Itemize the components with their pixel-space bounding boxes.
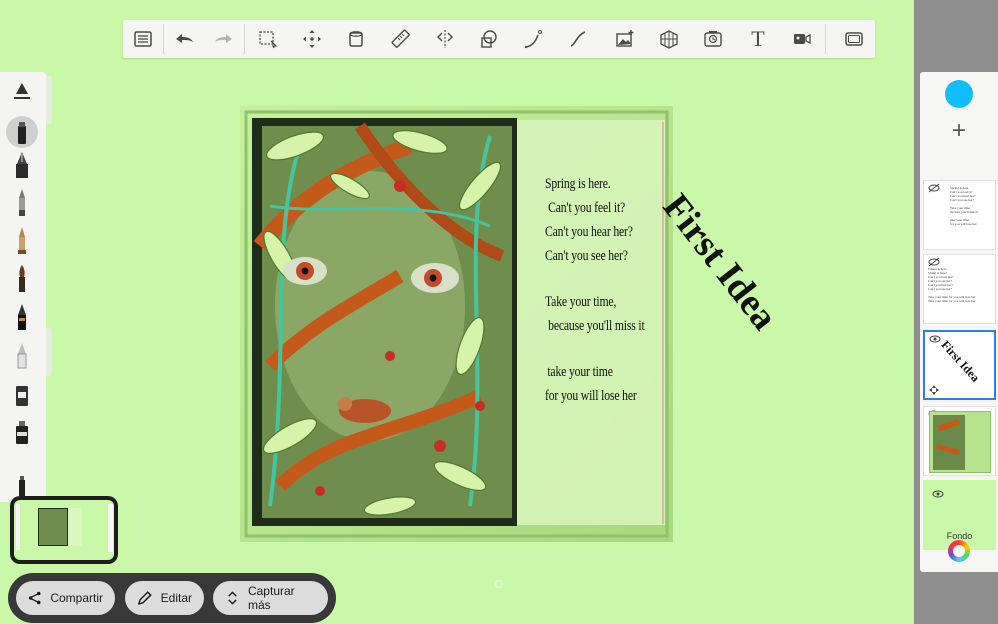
- layer-thumbnail-poem[interactable]: Spring is here Can't you feel it? Can't …: [923, 180, 996, 250]
- screenshot-preview[interactable]: [10, 496, 118, 564]
- brush-panel-handle-bottom[interactable]: [46, 328, 52, 376]
- brush-eraser-icon[interactable]: [8, 338, 36, 372]
- layer-artwork-preview: [929, 411, 991, 473]
- poem-line: Can't you see her?: [545, 248, 628, 264]
- brush-size-slider-icon[interactable]: [8, 76, 36, 110]
- perspective-icon[interactable]: [654, 25, 684, 53]
- layer-move-icon[interactable]: [929, 385, 939, 395]
- brush-airbrush-icon[interactable]: [8, 300, 36, 334]
- layer-preview-text: Spring is here Can't you feel it? Can't …: [950, 186, 979, 226]
- current-color-swatch[interactable]: [945, 80, 973, 108]
- screenshot-actions-bar: Compartir Editar Capturar más: [8, 573, 336, 623]
- edit-button[interactable]: Editar: [125, 581, 204, 615]
- eye-icon[interactable]: [929, 334, 941, 344]
- brush-marker-icon[interactable]: [6, 114, 38, 148]
- brush-panel-handle-top[interactable]: [46, 76, 52, 124]
- layer-preview-title: First Idea: [938, 337, 983, 385]
- capture-more-button[interactable]: Capturar más: [213, 581, 328, 615]
- preview-brush-panel: [16, 504, 20, 550]
- text-icon[interactable]: T: [743, 25, 773, 53]
- fullscreen-icon[interactable]: [839, 25, 869, 53]
- selection-icon[interactable]: [253, 25, 283, 53]
- shape-icon[interactable]: [474, 25, 504, 53]
- brush-pen-icon[interactable]: [8, 224, 36, 258]
- video-record-icon[interactable]: [787, 25, 817, 53]
- brush-palette: [0, 72, 46, 502]
- layers-panel: + Spring is here Can't you feel it? Can'…: [920, 72, 998, 572]
- add-layer-button[interactable]: +: [947, 119, 971, 144]
- layer-thumbnail-poem-copy[interactable]: Where is here String is here? Can't you …: [923, 254, 996, 324]
- eye-hidden-icon[interactable]: [928, 257, 940, 267]
- brush-fountain-pen-icon[interactable]: [8, 148, 36, 182]
- layer-thumbnail-artwork[interactable]: [923, 406, 996, 476]
- transform-icon[interactable]: [297, 25, 327, 53]
- eye-icon[interactable]: [932, 489, 944, 499]
- poem-line: for you will lose her: [545, 388, 637, 404]
- share-button[interactable]: Compartir: [16, 581, 115, 615]
- capture-more-label: Capturar más: [247, 584, 295, 612]
- brush-pencil-icon[interactable]: [8, 186, 36, 220]
- redo-icon[interactable]: [209, 25, 239, 53]
- eye-hidden-icon[interactable]: [928, 183, 940, 193]
- layer-thumbnail-first-idea[interactable]: First Idea: [923, 330, 996, 400]
- share-icon: [28, 591, 41, 605]
- home-indicator: [495, 580, 503, 588]
- brush-paintbrush-icon[interactable]: [8, 262, 36, 296]
- preview-layers-panel: [108, 504, 113, 552]
- fill-icon[interactable]: [341, 25, 371, 53]
- image-import-icon[interactable]: [610, 25, 640, 53]
- poem-line: Take your time,: [545, 294, 617, 310]
- curve-icon[interactable]: [519, 25, 549, 53]
- poem-line: Spring is here.: [545, 176, 611, 192]
- layers-list-icon[interactable]: [128, 25, 158, 53]
- top-toolbar: T: [123, 20, 875, 58]
- poem-line: Can't you hear her?: [545, 224, 633, 240]
- brush-ink-bottle-icon[interactable]: [8, 414, 36, 448]
- pencil-icon: [137, 591, 152, 605]
- poem-line: take your time: [547, 364, 613, 380]
- expand-icon: [228, 591, 237, 605]
- poem-line: Can't you feel it?: [548, 200, 626, 216]
- brush-stamp-icon[interactable]: [8, 376, 36, 410]
- poem-line: because you'll miss it: [548, 318, 645, 334]
- preview-artwork: [38, 508, 68, 546]
- poem-text: Spring is here. Can't you feel it? Can't…: [545, 172, 645, 408]
- edit-label: Editar: [160, 591, 192, 605]
- layer-preview-text: Where is here String is here? Can't you …: [928, 267, 976, 303]
- stroke-icon[interactable]: [563, 25, 593, 53]
- undo-icon[interactable]: [169, 25, 199, 53]
- share-label: Compartir: [50, 591, 103, 605]
- ruler-icon[interactable]: [386, 25, 416, 53]
- time-lapse-icon[interactable]: [698, 25, 728, 53]
- brush-blender-icon[interactable]: [8, 466, 36, 500]
- color-wheel-icon[interactable]: [948, 540, 970, 562]
- preview-text-panel: [68, 508, 82, 546]
- symmetry-icon[interactable]: [430, 25, 460, 53]
